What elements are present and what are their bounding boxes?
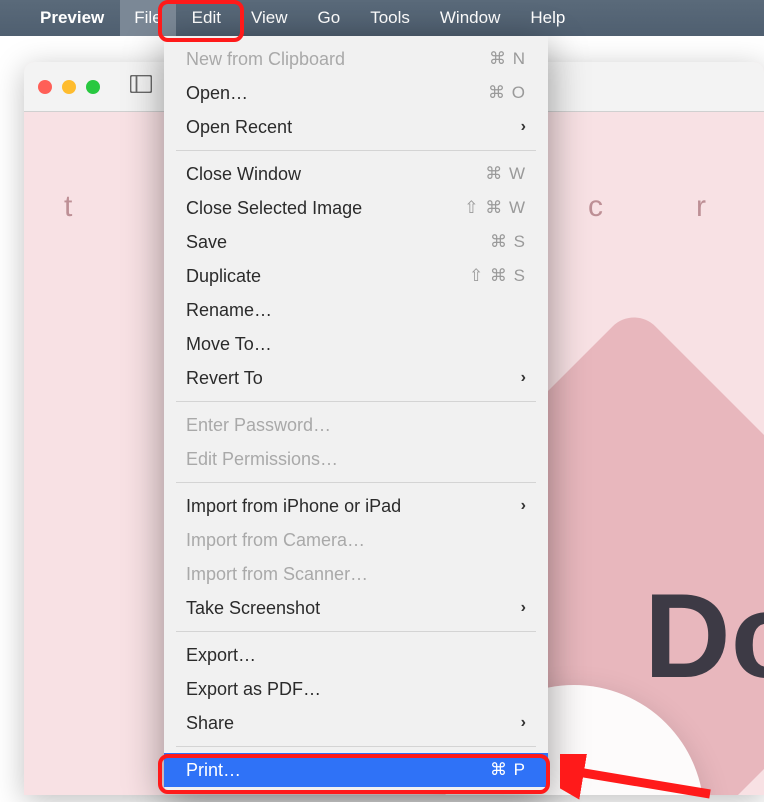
chevron-right-icon: › bbox=[521, 118, 526, 136]
menu-item-shortcut: ⇧ ⌘ W bbox=[464, 198, 526, 218]
menu-item[interactable]: Open… ⌘ O bbox=[164, 76, 548, 110]
menu-item[interactable]: Revert To › bbox=[164, 361, 548, 395]
menubar-item-tools[interactable]: Tools bbox=[356, 0, 424, 36]
chevron-right-icon: › bbox=[521, 599, 526, 617]
menu-item[interactable]: Open Recent › bbox=[164, 110, 548, 144]
menubar-item-go[interactable]: Go bbox=[304, 0, 355, 36]
menu-item[interactable]: Import from iPhone or iPad › bbox=[164, 489, 548, 523]
menu-item[interactable]: Rename… bbox=[164, 293, 548, 327]
menu-item-label: Print… bbox=[186, 760, 241, 781]
chevron-right-icon: › bbox=[521, 369, 526, 387]
menu-item[interactable]: Close Selected Image ⇧ ⌘ W bbox=[164, 191, 548, 225]
menu-separator bbox=[176, 631, 536, 632]
document-text: t bbox=[64, 190, 72, 224]
document-heading: Do bbox=[644, 567, 764, 705]
menu-item: New from Clipboard ⌘ N bbox=[164, 42, 548, 76]
fullscreen-icon[interactable] bbox=[86, 80, 100, 94]
menu-item-label: Export as PDF… bbox=[186, 679, 321, 700]
menu-item-label: Enter Password… bbox=[186, 415, 331, 436]
menubar-item-edit[interactable]: Edit bbox=[178, 0, 235, 36]
document-text: c bbox=[588, 190, 603, 224]
menu-item[interactable]: Close Window ⌘ W bbox=[164, 157, 548, 191]
menu-item-shortcut: ⌘ P bbox=[490, 760, 526, 780]
menu-item-label: Save bbox=[186, 232, 227, 253]
menu-item-label: New from Clipboard bbox=[186, 49, 345, 70]
minimize-icon[interactable] bbox=[62, 80, 76, 94]
menu-item: Import from Camera… bbox=[164, 523, 548, 557]
menu-item[interactable]: Take Screenshot › bbox=[164, 591, 548, 625]
menu-item-shortcut: ⌘ O bbox=[488, 83, 526, 103]
menubar-item-file[interactable]: File bbox=[120, 0, 175, 36]
menu-item[interactable]: Export as PDF… bbox=[164, 672, 548, 706]
menu-item-label: Close Selected Image bbox=[186, 198, 362, 219]
menu-item-shortcut: ⇧ ⌘ S bbox=[469, 266, 526, 286]
file-menu-dropdown: New from Clipboard ⌘ N Open… ⌘ O Open Recent… bbox=[164, 36, 548, 793]
menu-item-label: Rename… bbox=[186, 300, 272, 321]
menu-separator bbox=[176, 746, 536, 747]
menu-item-label: Move To… bbox=[186, 334, 272, 355]
menu-item-label: Export… bbox=[186, 645, 256, 666]
menubar-app-name[interactable]: Preview bbox=[26, 0, 118, 36]
menu-item: Enter Password… bbox=[164, 408, 548, 442]
menu-item-shortcut: ⌘ N bbox=[489, 49, 526, 69]
menu-item: Edit Permissions… bbox=[164, 442, 548, 476]
menubar-item-help[interactable]: Help bbox=[516, 0, 579, 36]
menu-item-shortcut: ⌘ S bbox=[490, 232, 526, 252]
menu-item-label: Import from iPhone or iPad bbox=[186, 496, 401, 517]
menu-item[interactable]: Share › bbox=[164, 706, 548, 740]
menu-item-label: Revert To bbox=[186, 368, 263, 389]
menu-item-label: Share bbox=[186, 713, 234, 734]
menubar-item-view[interactable]: View bbox=[237, 0, 302, 36]
chevron-right-icon: › bbox=[521, 497, 526, 515]
close-icon[interactable] bbox=[38, 80, 52, 94]
menu-item[interactable]: Save ⌘ S bbox=[164, 225, 548, 259]
menu-item[interactable]: Print… ⌘ P bbox=[164, 753, 548, 787]
menu-item-label: Take Screenshot bbox=[186, 598, 320, 619]
menu-separator bbox=[176, 150, 536, 151]
menu-item[interactable]: Export… bbox=[164, 638, 548, 672]
menu-item-label: Open… bbox=[186, 83, 248, 104]
menubar-item-window[interactable]: Window bbox=[426, 0, 514, 36]
menu-item-label: Edit Permissions… bbox=[186, 449, 338, 470]
document-text: r bbox=[696, 190, 706, 224]
menu-separator bbox=[176, 482, 536, 483]
menu-item-label: Open Recent bbox=[186, 117, 292, 138]
menu-item-label: Duplicate bbox=[186, 266, 261, 287]
menu-item-shortcut: ⌘ W bbox=[485, 164, 526, 184]
menu-item-label: Close Window bbox=[186, 164, 301, 185]
chevron-right-icon: › bbox=[521, 714, 526, 732]
menu-item-label: Import from Camera… bbox=[186, 530, 365, 551]
menubar: Preview File Edit View Go Tools Window H… bbox=[0, 0, 764, 36]
menu-item: Import from Scanner… bbox=[164, 557, 548, 591]
sidebar-toggle-icon[interactable] bbox=[130, 75, 152, 99]
menu-separator bbox=[176, 401, 536, 402]
menu-item[interactable]: Duplicate ⇧ ⌘ S bbox=[164, 259, 548, 293]
menu-item-label: Import from Scanner… bbox=[186, 564, 368, 585]
menu-item[interactable]: Move To… bbox=[164, 327, 548, 361]
